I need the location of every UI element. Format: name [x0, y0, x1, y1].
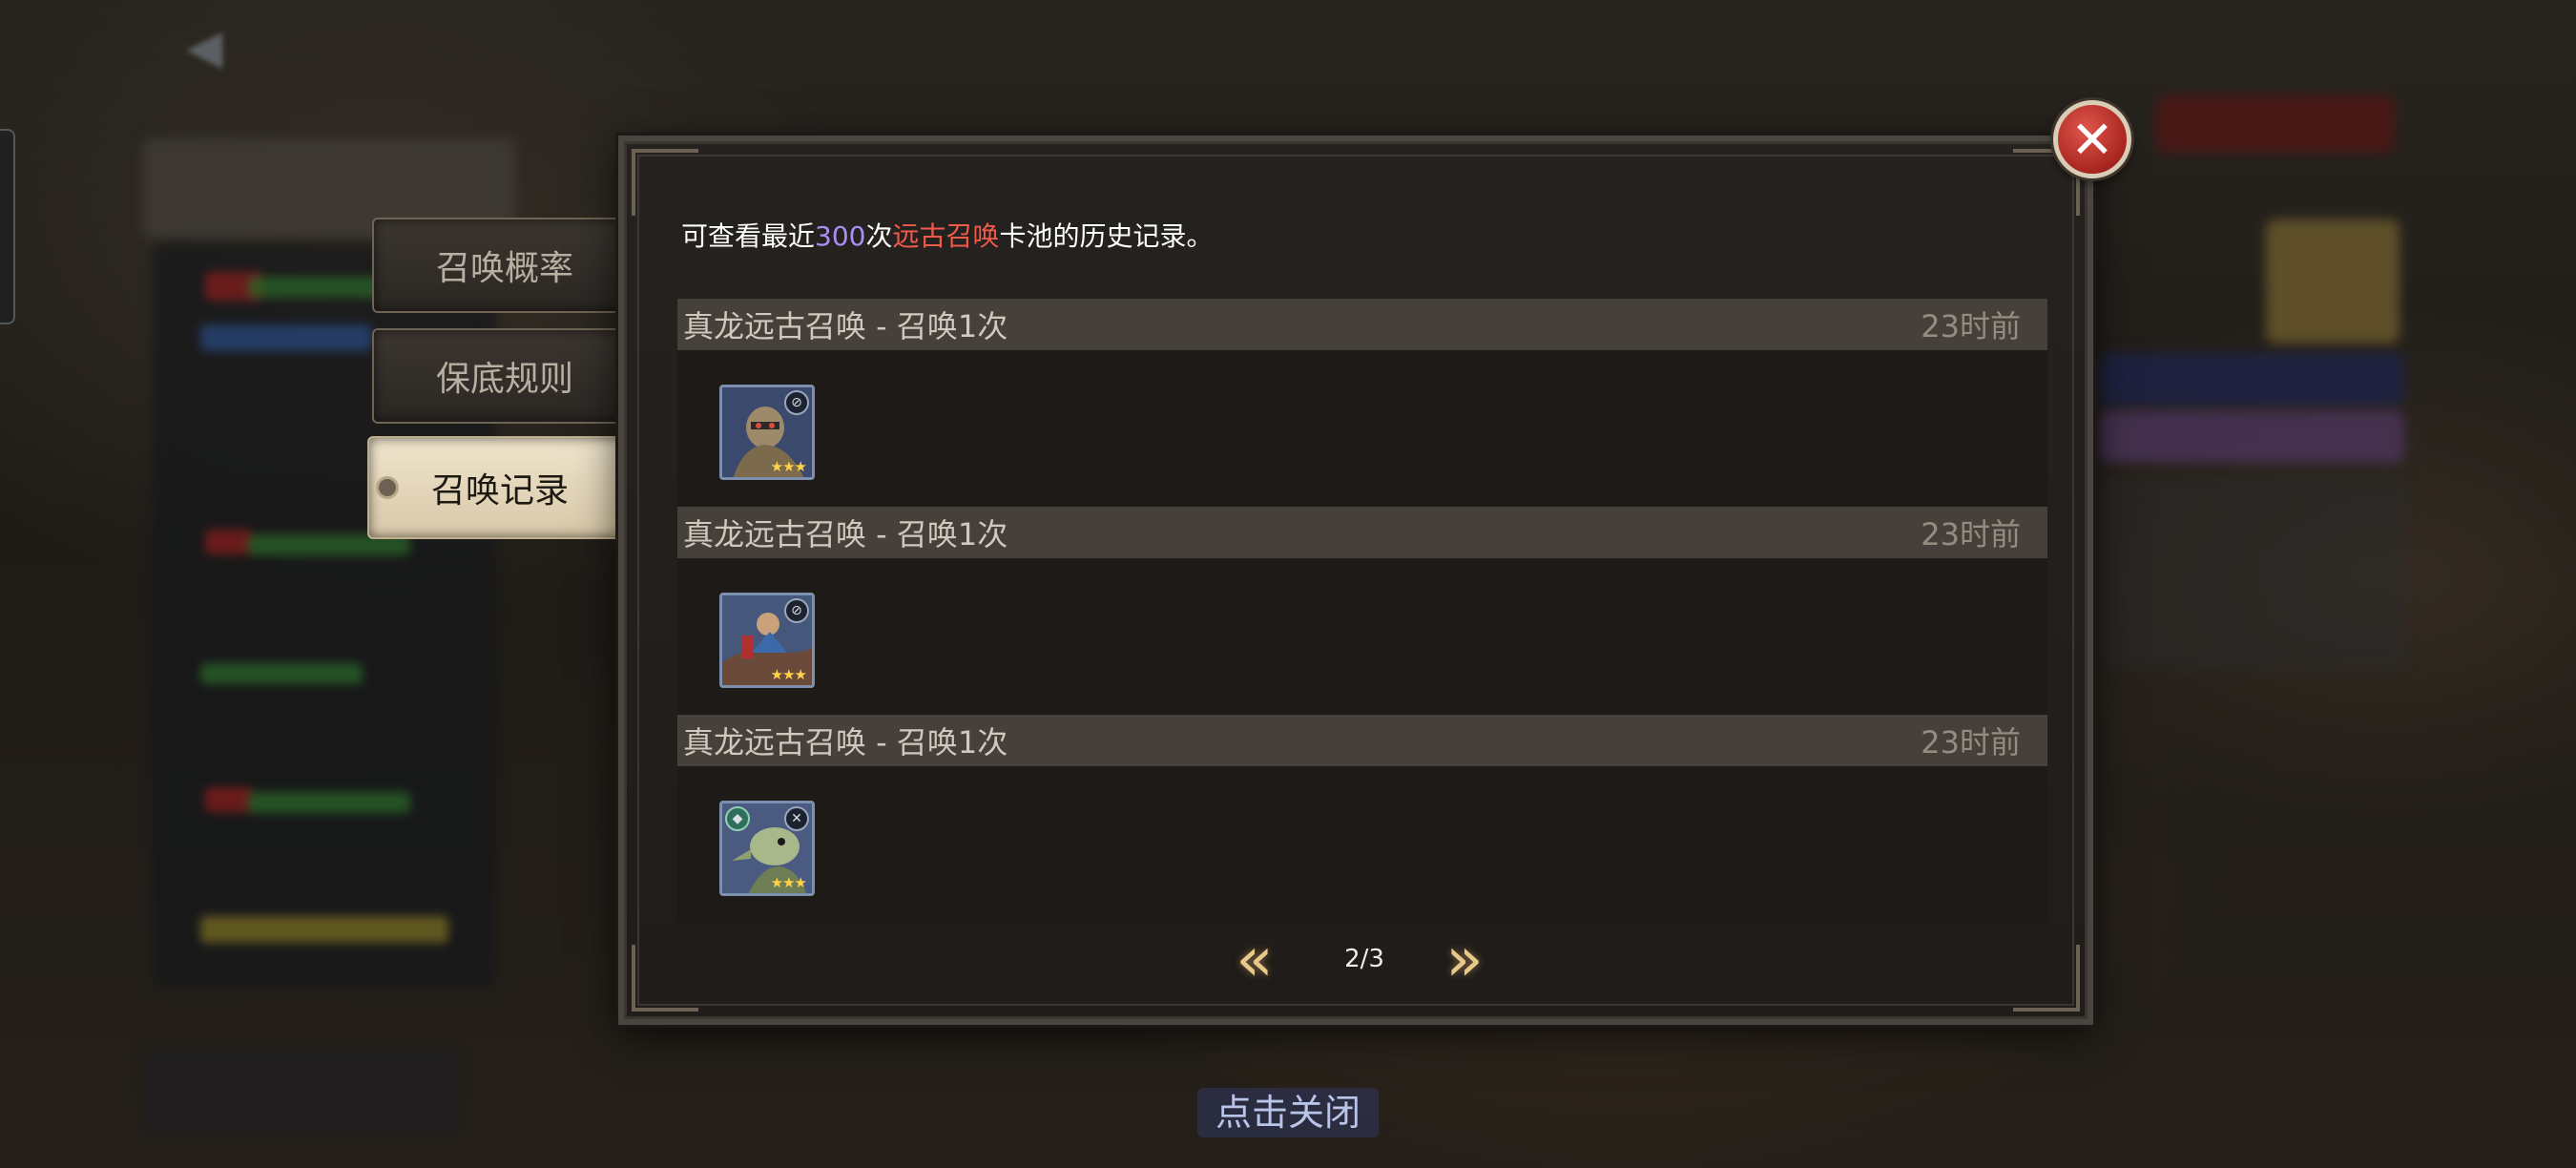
history-description: 可查看最近300次远古召唤卡池的历史记录。 — [681, 216, 1214, 254]
record-title: 真龙远古召唤 - 召唤1次 — [683, 308, 1008, 344]
active-dot-icon — [379, 479, 396, 496]
element-badge-icon: ◆ — [725, 806, 750, 831]
record-header: 真龙远古召唤 - 召唤1次 23时前 — [677, 507, 2047, 558]
record-header: 真龙远古召唤 - 召唤1次 23时前 — [677, 299, 2047, 350]
no-weapon-icon: ⊘ — [784, 390, 809, 415]
tab-label: 召唤概率 — [436, 249, 574, 288]
desc-pool-name: 远古召唤 — [892, 220, 1000, 252]
desc-prefix: 可查看最近 — [681, 220, 816, 252]
tap-to-close-label[interactable]: 点击关闭 — [1197, 1088, 1379, 1137]
hero-stars: ★★★ — [770, 666, 807, 683]
record-time: 23时前 — [1921, 516, 2021, 553]
record-time: 23时前 — [1921, 308, 2021, 344]
hero-card[interactable]: ◆ ✕ ★★★ — [719, 801, 815, 896]
no-weapon-icon: ⊘ — [784, 598, 809, 623]
double-chevron-right-icon[interactable]: » — [1436, 929, 1493, 991]
record-header: 真龙远古召唤 - 召唤1次 23时前 — [677, 715, 2047, 766]
crossbow-icon: ✕ — [784, 806, 809, 831]
desc-middle: 次 — [865, 220, 893, 252]
record-body: ◆ ✕ ★★★ — [677, 766, 2047, 923]
close-x-icon[interactable]: ✕ — [2053, 100, 2131, 178]
frame-corner — [2013, 945, 2080, 1012]
record-body: ⊘ ★★★ — [677, 350, 2047, 507]
record-title: 真龙远古召唤 - 召唤1次 — [683, 516, 1008, 553]
desc-suffix: 卡池的历史记录。 — [999, 220, 1214, 252]
record-body: ⊘ ★★★ — [677, 558, 2047, 715]
double-chevron-left-icon[interactable]: « — [1226, 929, 1283, 991]
tab-label: 召唤记录 — [431, 471, 570, 511]
history-record: 真龙远古召唤 - 召唤1次 23时前 ◆ ✕ ★★★ — [677, 715, 2047, 923]
hero-stars: ★★★ — [770, 458, 807, 475]
record-time: 23时前 — [1921, 724, 2021, 761]
record-title: 真龙远古召唤 - 召唤1次 — [683, 724, 1008, 761]
hero-stars: ★★★ — [770, 874, 807, 891]
hero-card[interactable]: ⊘ ★★★ — [719, 593, 815, 688]
desc-count: 300 — [815, 220, 866, 252]
tab-pity-rules[interactable]: 保底规则 — [372, 328, 639, 424]
frame-corner — [632, 149, 698, 216]
hero-card[interactable]: ⊘ ★★★ — [719, 385, 815, 480]
tab-label: 保底规则 — [436, 360, 574, 399]
history-record: 真龙远古召唤 - 召唤1次 23时前 ⊘ ★★★ — [677, 299, 2047, 507]
history-record: 真龙远古召唤 - 召唤1次 23时前 ⊘ ★★★ — [677, 507, 2047, 715]
summon-history-dialog: 可查看最近300次远古召唤卡池的历史记录。 真龙远古召唤 - 召唤1次 23时前… — [618, 136, 2093, 1025]
tab-summon-rate[interactable]: 召唤概率 — [372, 218, 639, 313]
page-indicator: 2/3 — [1344, 945, 1384, 973]
tab-summon-history[interactable]: 召唤记录 — [367, 436, 634, 539]
frame-corner — [632, 945, 698, 1012]
